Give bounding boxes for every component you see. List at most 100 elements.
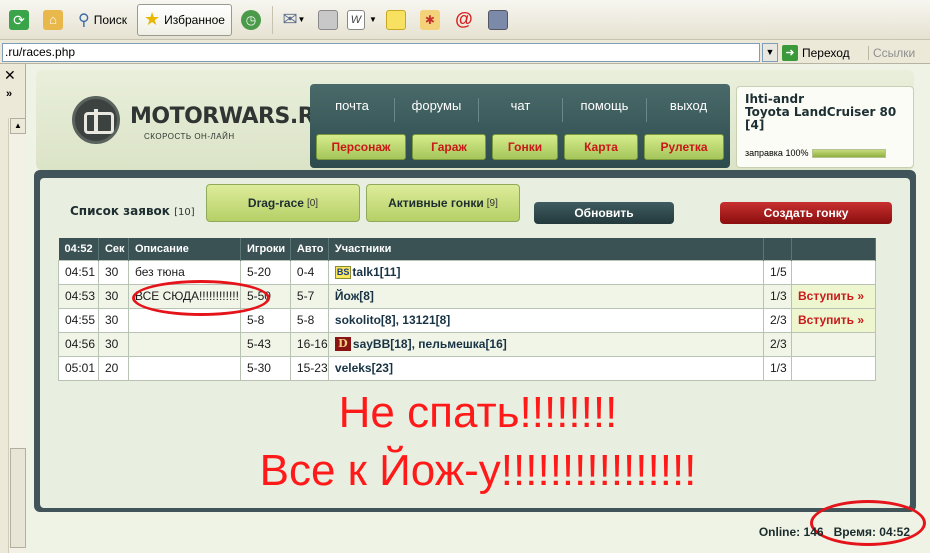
cell-description (127, 355, 241, 381)
garage-button[interactable]: Гараж (412, 134, 486, 160)
list-title: Список заявок [10] (70, 204, 195, 218)
home-icon: ⌂ (43, 9, 63, 30)
participant-link[interactable]: 13121 (402, 313, 435, 327)
column-header-players: Игроки (240, 238, 291, 260)
cell-participants: DsayBB[18], пельмешка[16] (327, 331, 765, 357)
logo-text[interactable]: MOTORWARS.RU (130, 104, 332, 129)
print-icon (317, 9, 338, 30)
search-icon: ⚲ (78, 11, 90, 29)
word-icon: W (346, 9, 366, 30)
join-race-link[interactable]: Вступить » (798, 313, 864, 327)
roulette-button[interactable]: Рулетка (644, 134, 724, 160)
favorites-label: Избранное (164, 12, 225, 27)
note-icon (385, 9, 406, 30)
table-row: 04:51 30 без тюна 5-20 0-4 BS talk1[11] 1/5 (58, 259, 877, 285)
mail-button[interactable]: ✉ ▼ (279, 4, 309, 36)
participant-link[interactable]: Йож (335, 289, 359, 303)
user-level: [4] (745, 118, 765, 132)
address-input[interactable]: .ru/races.php (2, 43, 760, 62)
participant-level: [8] (359, 289, 374, 303)
user-panel: Ihti-andr Toyota LandCruiser 80 [4] запр… (736, 86, 914, 168)
clan-badge-icon[interactable]: BS (334, 266, 352, 280)
cell-auto: 5-7 (289, 283, 329, 309)
online-count: Online: 146 (759, 525, 824, 539)
double-chevron-icon[interactable]: » (6, 88, 12, 100)
nav-link-chat[interactable]: чат (478, 98, 562, 122)
character-button[interactable]: Персонаж (316, 134, 406, 160)
chevron-down-icon: ▼ (765, 47, 775, 57)
scrollbar[interactable]: ▲ (8, 118, 26, 553)
main-nav: почта форумы чат помощь выход Персонаж Г… (310, 84, 730, 168)
join-race-link[interactable]: Вступить » (798, 289, 864, 303)
column-header-count (763, 238, 792, 260)
scroll-up-icon[interactable]: ▲ (10, 118, 26, 134)
nav-link-mail[interactable]: почта (310, 98, 394, 122)
participant-link[interactable]: veleks (335, 361, 372, 375)
participant-level: [23] (371, 361, 393, 375)
arrow-right-icon: ➜ (782, 44, 798, 61)
races-table-body: 04:51 30 без тюна 5-20 0-4 BS talk1[11] 1/5 04:5… (58, 259, 877, 381)
participant-link[interactable]: talk1 (352, 265, 379, 279)
messenger-button[interactable]: ✱ (415, 4, 445, 36)
media-button[interactable] (483, 4, 513, 36)
fuel-bar (812, 148, 887, 158)
go-button[interactable]: ➜ Переход (782, 43, 850, 62)
status-footer: Online: 146 Время: 04:52 (759, 525, 910, 539)
cell-players: 5-8 (239, 307, 291, 333)
history-button[interactable]: ◷ (236, 4, 266, 36)
logo-icon[interactable] (72, 96, 120, 144)
participant-link[interactable]: sokolito (335, 313, 381, 327)
map-button[interactable]: Карта (564, 134, 638, 160)
fuel-label: заправка 100% (745, 148, 809, 158)
notes-button[interactable] (381, 4, 411, 36)
cell-participants: Йож[8] (327, 283, 765, 309)
user-car: Toyota LandCruiser 80 (745, 105, 897, 119)
toolbar-separator (271, 5, 273, 34)
table-row: 04:53 30 ВСЕ СЮДА!!!!!!!!!!!! 5-50 5-7 Йож[8]… (58, 283, 877, 309)
cell-participants: sokolito[8], 13121[8] (327, 307, 765, 333)
browser-toolbar: ⟳ ⌂ ⚲ Поиск ★ Избранное ◷ ✉ ▼ W ▼ ✱ @ (0, 0, 930, 40)
cell-participants: BS talk1[11] (327, 259, 765, 285)
nav-buttons: Персонаж Гараж Гонки Карта Рулетка (316, 134, 724, 160)
cell-join (790, 259, 877, 285)
nav-link-help[interactable]: помощь (562, 98, 646, 122)
clan-badge-icon[interactable]: D (334, 337, 351, 352)
cell-auto: 0-4 (289, 259, 329, 285)
participant-link[interactable]: пельмешка (418, 337, 485, 351)
tab-active-label: Активные гонки (388, 196, 484, 210)
participant-link[interactable]: sayBB (353, 337, 390, 351)
at-icon: @ (455, 9, 473, 29)
messenger-icon: ✱ (419, 9, 440, 30)
cell-description (127, 331, 241, 357)
cell-players: 5-30 (239, 355, 291, 381)
refresh-button[interactable]: ⟳ (4, 4, 34, 36)
tab-active-races[interactable]: Активные гонки [9] (366, 184, 520, 222)
home-button[interactable]: ⌂ (38, 4, 68, 36)
search-button[interactable]: ⚲ Поиск (72, 4, 133, 36)
links-button[interactable]: Ссылки (868, 43, 915, 62)
cell-sec: 30 (97, 307, 129, 333)
races-button[interactable]: Гонки (492, 134, 558, 160)
tab-drag-race[interactable]: Drag-race [0] (206, 184, 360, 222)
column-header-join (791, 238, 877, 260)
create-race-button[interactable]: Создать гонку (720, 202, 892, 224)
nav-link-forums[interactable]: форумы (394, 98, 478, 122)
refresh-list-button[interactable]: Обновить (534, 202, 674, 224)
column-header-description: Описание (128, 238, 241, 260)
close-icon[interactable]: ✕ (4, 67, 16, 84)
cell-description: ВСЕ СЮДА!!!!!!!!!!!! (127, 283, 241, 309)
nav-link-logout[interactable]: выход (646, 98, 730, 122)
email-at-button[interactable]: @ (449, 4, 479, 36)
cell-count: 1/5 (763, 259, 792, 285)
cell-time: 04:51 (58, 259, 99, 285)
favorites-button[interactable]: ★ Избранное (136, 3, 232, 36)
print-button[interactable] (313, 4, 343, 36)
tab-drag-label: Drag-race (247, 196, 304, 210)
table-row: 04:55 30 5-8 5-8 sokolito[8], 13121[8] 2/3 Вст… (58, 307, 877, 333)
scroll-thumb[interactable] (10, 448, 26, 548)
address-dropdown-button[interactable]: ▼ (762, 43, 778, 62)
links-label: Ссылки (868, 45, 915, 60)
cell-time: 05:01 (58, 355, 99, 381)
edit-button[interactable]: W ▼ (346, 4, 377, 36)
cell-sec: 20 (97, 355, 129, 381)
